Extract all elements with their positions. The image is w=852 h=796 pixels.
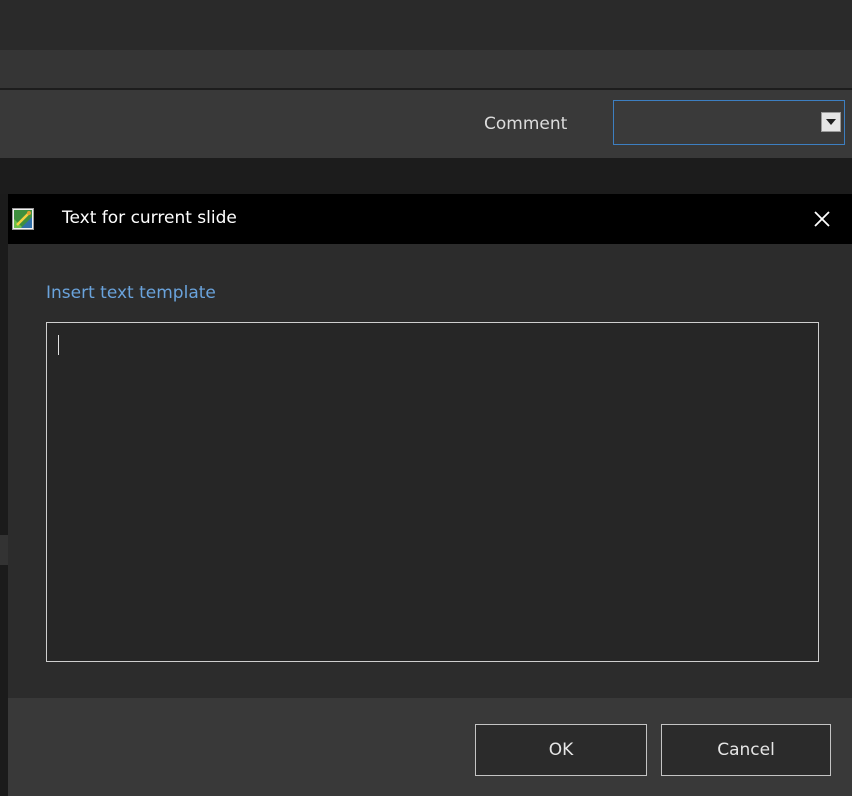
slide-text-area[interactable] [46,322,819,662]
slide-image-icon [12,208,34,230]
comment-combo[interactable] [613,100,845,145]
dialog-titlebar[interactable]: Text for current slide [8,194,852,244]
background-dark-band [0,158,852,194]
background-left-strip-highlight [0,535,8,565]
dialog-title: Text for current slide [62,208,237,228]
text-for-slide-dialog: Text for current slide Insert text templ… [8,194,852,796]
chevron-down-icon[interactable] [821,112,841,132]
comment-label: Comment [484,114,568,134]
close-icon[interactable] [808,205,836,233]
cancel-button[interactable]: Cancel [661,724,831,776]
background-toolbar [0,50,852,88]
background-left-strip [0,194,8,796]
screen: Comment Text for current slide Insert te… [0,0,852,796]
insert-text-template-link[interactable]: Insert text template [46,283,216,303]
text-caret [58,335,59,355]
background-window-top [0,0,852,50]
ok-button[interactable]: OK [475,724,647,776]
